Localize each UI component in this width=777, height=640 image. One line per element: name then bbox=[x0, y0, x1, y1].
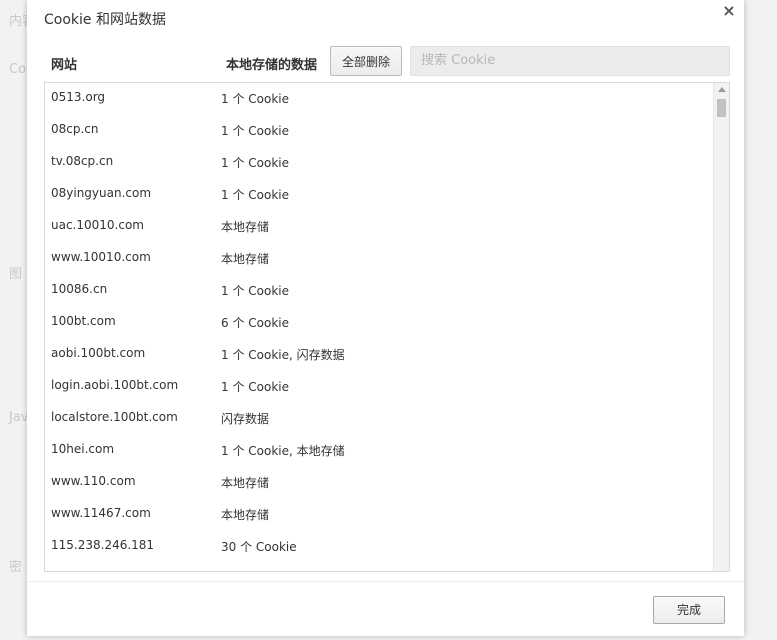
site-data: 1 个 Cookie bbox=[221, 188, 289, 202]
site-data: 闪存数据 bbox=[221, 412, 270, 426]
list-item[interactable]: uac.10010.com 本地存储 bbox=[45, 211, 713, 243]
list-item[interactable]: aobi.100bt.com 1 个 Cookie, 闪存数据 bbox=[45, 339, 713, 371]
list-item[interactable]: localstore.100bt.com 闪存数据 bbox=[45, 403, 713, 435]
site-name: uac.10010.com bbox=[51, 218, 144, 232]
list-item[interactable]: www.11467.com 本地存储 bbox=[45, 499, 713, 531]
site-data: 本地存储 bbox=[221, 220, 270, 234]
site-data: 本地存储 bbox=[221, 476, 270, 490]
site-name: www.10010.com bbox=[51, 250, 151, 264]
site-data: 1 个 Cookie bbox=[221, 92, 289, 106]
list-item[interactable]: 08cp.cn 1 个 Cookie bbox=[45, 115, 713, 147]
list-item[interactable]: login.aobi.100bt.com 1 个 Cookie bbox=[45, 371, 713, 403]
site-name: 10hei.com bbox=[51, 442, 115, 456]
list-scrollbar[interactable] bbox=[713, 83, 729, 571]
scroll-thumb[interactable] bbox=[717, 99, 726, 117]
list-item[interactable]: 0513.org 1 个 Cookie bbox=[45, 83, 713, 115]
search-input[interactable]: 搜索 Cookie bbox=[410, 46, 730, 76]
background-text: 密 bbox=[9, 560, 23, 575]
site-name: 10086.cn bbox=[51, 282, 108, 296]
site-data: 本地存储 bbox=[221, 508, 270, 522]
close-icon[interactable]: × bbox=[720, 2, 738, 20]
site-data: 1 个 Cookie bbox=[221, 156, 289, 170]
list-item[interactable]: www.10010.com 本地存储 bbox=[45, 243, 713, 275]
site-data: 本地存储 bbox=[221, 252, 270, 266]
site-name: 0513.org bbox=[51, 90, 106, 104]
list-item[interactable]: www.110.com 本地存储 bbox=[45, 467, 713, 499]
site-name: 115.238.246.181 bbox=[51, 538, 155, 552]
site-data: 1 个 Cookie bbox=[221, 380, 289, 394]
site-data: 1 个 Cookie, 本地存储 bbox=[221, 444, 345, 458]
list-item[interactable]: 08yingyuan.com 1 个 Cookie bbox=[45, 179, 713, 211]
site-name: tv.08cp.cn bbox=[51, 154, 114, 168]
site-column-header: 网站 bbox=[51, 58, 78, 73]
data-column-header: 本地存储的数据 bbox=[226, 58, 318, 73]
site-data: 1 个 Cookie bbox=[221, 284, 289, 298]
background-text: Jav bbox=[9, 410, 29, 425]
site-data: 1 个 Cookie bbox=[221, 124, 289, 138]
cookie-list[interactable]: 0513.org 1 个 Cookie 08cp.cn 1 个 Cookie t… bbox=[44, 82, 730, 572]
site-name: 08cp.cn bbox=[51, 122, 99, 136]
list-item[interactable]: 10086.cn 1 个 Cookie bbox=[45, 275, 713, 307]
scroll-up-icon[interactable] bbox=[718, 87, 726, 92]
remove-all-button[interactable]: 全部删除 bbox=[330, 46, 402, 76]
site-name: www.110.com bbox=[51, 474, 136, 488]
list-item[interactable]: 115.238.246.181 30 个 Cookie bbox=[45, 531, 713, 563]
site-name: 08yingyuan.com bbox=[51, 186, 152, 200]
list-item[interactable]: 100bt.com 6 个 Cookie bbox=[45, 307, 713, 339]
site-data: 30 个 Cookie bbox=[221, 540, 297, 554]
site-data: 1 个 Cookie, 闪存数据 bbox=[221, 348, 345, 362]
background-text: Co bbox=[9, 62, 27, 77]
cookie-dialog: Cookie 和网站数据 × 网站 本地存储的数据 全部删除 搜索 Cookie… bbox=[27, 0, 744, 636]
footer-divider bbox=[27, 581, 744, 582]
dialog-title: Cookie 和网站数据 bbox=[44, 12, 166, 28]
site-name: login.aobi.100bt.com bbox=[51, 378, 179, 392]
site-name: 100bt.com bbox=[51, 314, 116, 328]
list-item[interactable]: 10hei.com 1 个 Cookie, 本地存储 bbox=[45, 435, 713, 467]
site-name: localstore.100bt.com bbox=[51, 410, 178, 424]
background-text: 图 bbox=[9, 267, 23, 282]
done-button[interactable]: 完成 bbox=[653, 596, 725, 624]
site-name: aobi.100bt.com bbox=[51, 346, 146, 360]
list-item[interactable]: tv.08cp.cn 1 个 Cookie bbox=[45, 147, 713, 179]
site-data: 6 个 Cookie bbox=[221, 316, 289, 330]
site-name: www.11467.com bbox=[51, 506, 151, 520]
